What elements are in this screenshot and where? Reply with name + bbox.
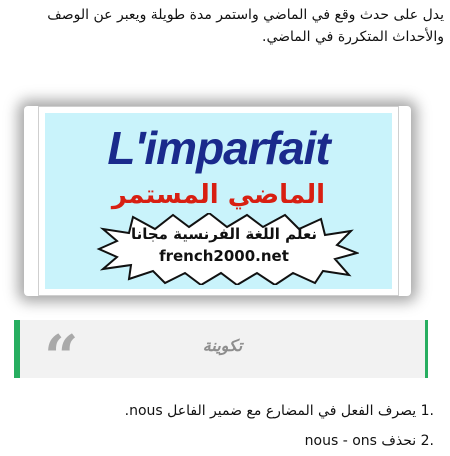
intro-paragraph: يدل على حدث وقع في الماضي واستمر مدة طوي… xyxy=(47,7,444,45)
burst-text: نعلم اللغة الفرنسية مجانا french2000.net xyxy=(89,223,359,267)
banner-tagline: نعلم اللغة الفرنسية مجانا xyxy=(130,225,318,243)
list-item: 2. نحذف nous - ons xyxy=(14,426,434,456)
list-item-number: 1. xyxy=(420,403,434,419)
steps-list: 1. يصرف الفعل في المضارع مع ضمير الفاعل … xyxy=(14,396,434,456)
quote-heading: تكوينة xyxy=(202,336,243,355)
imparfait-banner-image: L'imparfait الماضي المستمر نعلم اللغة ال… xyxy=(30,100,405,300)
list-item-number: 2. xyxy=(420,433,434,449)
list-item-text: نحذف nous - ons xyxy=(304,433,417,449)
banner-subtitle: الماضي المستمر xyxy=(111,180,326,210)
banner-site: french2000.net xyxy=(159,247,289,265)
banner-background: L'imparfait الماضي المستمر نعلم اللغة ال… xyxy=(45,113,392,289)
list-item-text: يصرف الفعل في المضارع مع ضمير الفاعل nou… xyxy=(124,403,417,419)
blockquote: “ تكوينة xyxy=(14,320,428,388)
banner-frame: L'imparfait الماضي المستمر نعلم اللغة ال… xyxy=(38,106,399,296)
banner-title: L'imparfait xyxy=(107,122,330,174)
list-item: 1. يصرف الفعل في المضارع مع ضمير الفاعل … xyxy=(14,396,434,426)
